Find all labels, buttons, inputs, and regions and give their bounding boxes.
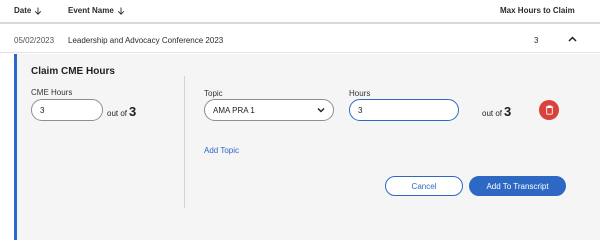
claim-cme-panel: Claim CME Hours CME Hours out of 3 Topic… xyxy=(14,54,600,240)
event-max-hours: 3 xyxy=(534,36,539,45)
topic-out-of-label: out of xyxy=(482,109,503,118)
event-name: Leadership and Advocacy Conference 2023 xyxy=(68,36,224,45)
delete-topic-button[interactable] xyxy=(539,100,559,120)
sort-arrow-icon xyxy=(35,7,42,15)
vertical-divider xyxy=(184,76,185,208)
collapse-row-button[interactable] xyxy=(565,32,579,46)
column-header-date[interactable]: Date xyxy=(14,6,42,15)
topic-out-of-value: 3 xyxy=(504,104,512,119)
column-header-event-name-label: Event Name xyxy=(68,6,114,15)
table-row[interactable]: 05/02/2023 Leadership and Advocacy Confe… xyxy=(0,26,600,53)
event-date: 05/02/2023 xyxy=(14,36,55,45)
column-header-date-label: Date xyxy=(14,6,32,15)
out-of-value: 3 xyxy=(129,104,137,119)
trash-icon xyxy=(545,105,553,115)
cme-hours-label: CME Hours xyxy=(31,88,73,97)
add-topic-link[interactable]: Add Topic xyxy=(204,146,239,155)
cme-hours-out-of: out of 3 xyxy=(107,104,136,119)
cancel-button[interactable]: Cancel xyxy=(385,176,463,196)
column-header-max-hours-label: Max Hours to Claim xyxy=(500,6,575,15)
hours-label: Hours xyxy=(349,89,371,98)
column-header-event-name[interactable]: Event Name xyxy=(68,6,125,15)
table-header: Date Event Name Max Hours to Claim xyxy=(0,0,600,24)
add-to-transcript-button[interactable]: Add To Transcript xyxy=(469,176,566,196)
chevron-up-icon xyxy=(567,36,577,42)
topic-label: Topic xyxy=(204,89,223,98)
out-of-label: out of xyxy=(107,109,128,118)
panel-title: Claim CME Hours xyxy=(31,66,115,77)
column-header-max-hours: Max Hours to Claim xyxy=(500,6,575,15)
topic-hours-out-of: out of 3 xyxy=(482,104,511,119)
cme-hours-input[interactable] xyxy=(31,99,103,121)
sort-arrow-icon xyxy=(117,7,124,15)
topic-selected-value: AMA PRA 1 xyxy=(213,105,255,115)
topic-select[interactable]: AMA PRA 1 xyxy=(204,99,334,121)
chevron-down-icon xyxy=(317,108,325,113)
hours-input[interactable] xyxy=(349,99,459,121)
